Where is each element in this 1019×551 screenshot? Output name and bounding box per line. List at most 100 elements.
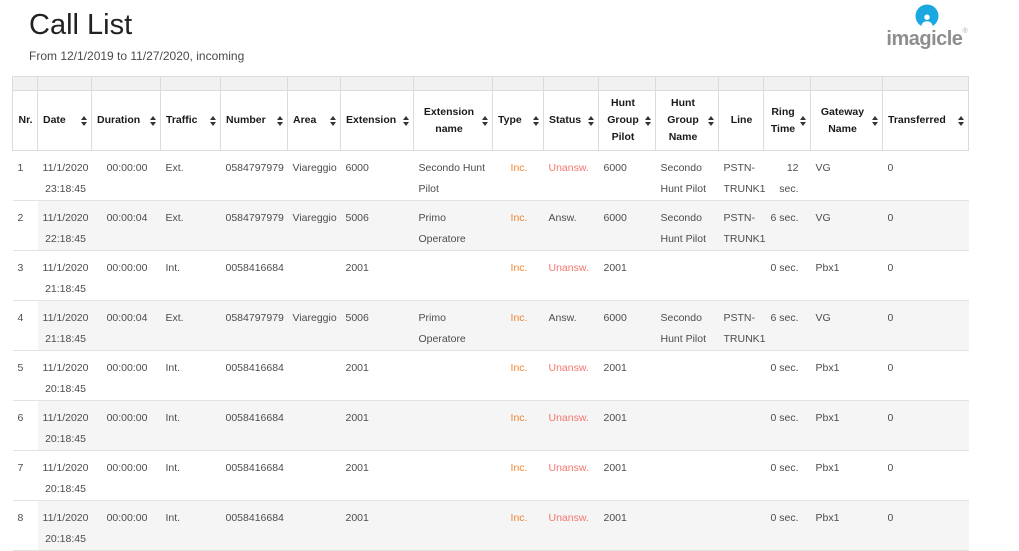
col-header-duration[interactable]: Duration: [92, 91, 161, 151]
sort-icon[interactable]: [210, 116, 216, 126]
cell-duration: 00:00:00: [92, 501, 161, 551]
time-value: 21:18:45: [43, 329, 89, 350]
sort-icon[interactable]: [482, 116, 488, 126]
sort-icon[interactable]: [708, 116, 714, 126]
cell-transferred: 0: [883, 501, 969, 551]
date-value: 11/1/2020: [43, 258, 89, 279]
cell-gateway_name: Pbx1: [811, 351, 883, 401]
col-header-hunt_group_name[interactable]: Hunt Group Name: [656, 91, 719, 151]
col-header-extension[interactable]: Extension: [341, 91, 414, 151]
col-header-gateway_name[interactable]: Gateway Name: [811, 91, 883, 151]
header-band-cell: [161, 77, 221, 91]
sort-icon[interactable]: [958, 116, 964, 126]
table-row: 411/1/202021:18:4500:00:04Ext.0584797979…: [13, 301, 969, 351]
cell-type: Inc.: [493, 201, 544, 251]
cell-extension: 5006: [341, 201, 414, 251]
table-row: 711/1/202020:18:4500:00:00Int.0058416684…: [13, 451, 969, 501]
col-header-number[interactable]: Number: [221, 91, 288, 151]
date-value: 11/1/2020: [43, 508, 89, 529]
cell-nr: 6: [13, 401, 38, 451]
header-band-cell: [38, 77, 92, 91]
col-header-traffic[interactable]: Traffic: [161, 91, 221, 151]
cell-type: Inc.: [493, 401, 544, 451]
cell-line: [719, 351, 764, 401]
header-band-cell: [414, 77, 493, 91]
cell-transferred: 0: [883, 401, 969, 451]
col-header-label: Line: [731, 112, 753, 129]
table-header: Nr.DateDurationTrafficNumberAreaExtensio…: [13, 77, 969, 151]
sort-icon[interactable]: [645, 116, 651, 126]
col-header-line: Line: [719, 91, 764, 151]
cell-date: 11/1/202023:18:45: [38, 151, 92, 201]
cell-type: Inc.: [493, 351, 544, 401]
sort-icon[interactable]: [533, 116, 539, 126]
cell-type: Inc.: [493, 451, 544, 501]
cell-gateway_name: Pbx1: [811, 401, 883, 451]
col-header-area[interactable]: Area: [288, 91, 341, 151]
cell-traffic: Ext.: [161, 301, 221, 351]
cell-area: Viareggio: [288, 201, 341, 251]
sort-icon[interactable]: [277, 116, 283, 126]
col-header-label: Extension name: [419, 104, 479, 138]
cell-area: Viareggio: [288, 301, 341, 351]
sort-icon[interactable]: [150, 116, 156, 126]
sort-icon[interactable]: [872, 116, 878, 126]
col-header-label: Traffic: [166, 112, 198, 129]
cell-extension_name: [414, 451, 493, 501]
cell-extension_name: Primo Operatore: [414, 201, 493, 251]
cell-ring_time: 6 sec.: [764, 201, 811, 251]
col-header-transferred[interactable]: Transferred: [883, 91, 969, 151]
cell-gateway_name: VG: [811, 301, 883, 351]
cell-ring_time: 0 sec.: [764, 351, 811, 401]
page-subtitle: From 12/1/2019 to 11/27/2020, incoming: [29, 49, 1019, 63]
brand-logo: imagicle®: [879, 4, 975, 50]
sort-icon[interactable]: [403, 116, 409, 126]
col-header-status[interactable]: Status: [544, 91, 599, 151]
call-list-table: Nr.DateDurationTrafficNumberAreaExtensio…: [12, 76, 969, 551]
table-row: 511/1/202020:18:4500:00:00Int.0058416684…: [13, 351, 969, 401]
cell-extension: 2001: [341, 251, 414, 301]
col-header-hunt_group_pilot[interactable]: Hunt Group Pilot: [599, 91, 656, 151]
cell-traffic: Ext.: [161, 201, 221, 251]
sort-icon[interactable]: [81, 116, 87, 126]
header-band-cell: [883, 77, 969, 91]
time-value: 20:18:45: [43, 529, 89, 550]
col-header-extension_name[interactable]: Extension name: [414, 91, 493, 151]
cell-hunt_group_name: Secondo Hunt Pilot: [656, 201, 719, 251]
cell-status: Unansw.: [544, 401, 599, 451]
cell-gateway_name: VG: [811, 201, 883, 251]
cell-hunt_group_pilot: 2001: [599, 501, 656, 551]
cell-transferred: 0: [883, 251, 969, 301]
cell-traffic: Ext.: [161, 151, 221, 201]
cell-date: 11/1/202020:18:45: [38, 401, 92, 451]
cell-hunt_group_pilot: 2001: [599, 251, 656, 301]
col-header-type[interactable]: Type: [493, 91, 544, 151]
cell-extension: 2001: [341, 401, 414, 451]
cell-line: [719, 451, 764, 501]
cell-type: Inc.: [493, 501, 544, 551]
cell-status: Unansw.: [544, 351, 599, 401]
header-band-cell: [764, 77, 811, 91]
cell-hunt_group_pilot: 2001: [599, 401, 656, 451]
col-header-ring_time[interactable]: Ring Time: [764, 91, 811, 151]
date-value: 11/1/2020: [43, 408, 89, 429]
sort-icon[interactable]: [588, 116, 594, 126]
sort-icon[interactable]: [800, 116, 806, 126]
cell-nr: 2: [13, 201, 38, 251]
cell-duration: 00:00:00: [92, 151, 161, 201]
cell-hunt_group_name: [656, 351, 719, 401]
col-header-date[interactable]: Date: [38, 91, 92, 151]
registered-mark: ®: [962, 28, 967, 35]
cell-status: Unansw.: [544, 251, 599, 301]
sort-icon[interactable]: [330, 116, 336, 126]
cell-extension_name: Secondo Hunt Pilot: [414, 151, 493, 201]
date-value: 11/1/2020: [43, 308, 89, 329]
cell-area: [288, 401, 341, 451]
cell-line: [719, 501, 764, 551]
header-band-cell: [92, 77, 161, 91]
cell-gateway_name: Pbx1: [811, 251, 883, 301]
cell-duration: 00:00:04: [92, 301, 161, 351]
col-header-label: Transferred: [888, 112, 946, 129]
cell-nr: 5: [13, 351, 38, 401]
table-row: 111/1/202023:18:4500:00:00Ext.0584797979…: [13, 151, 969, 201]
